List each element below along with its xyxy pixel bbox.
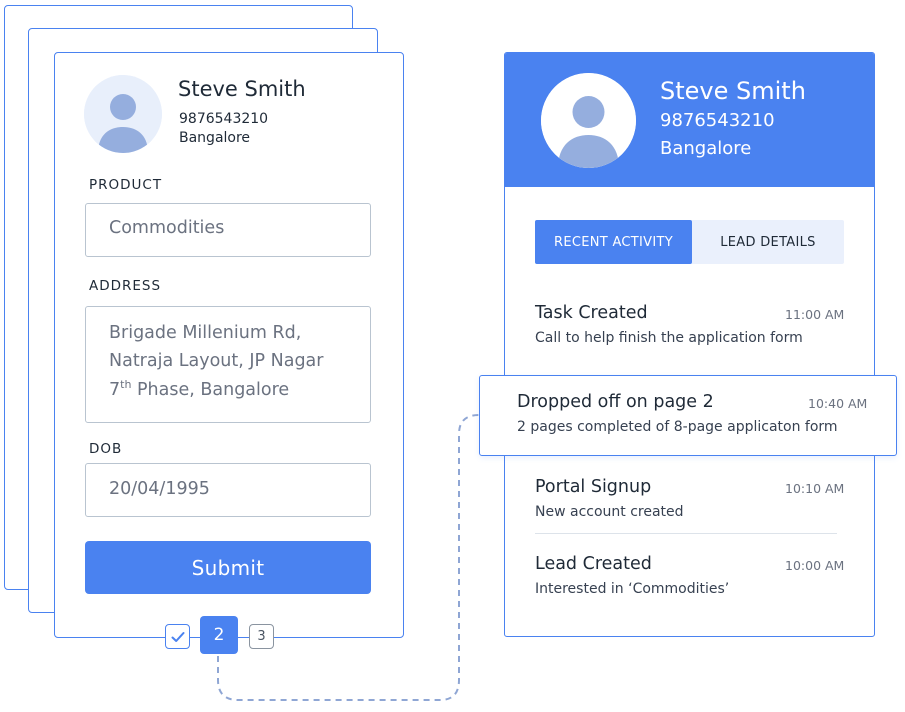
activity-title: Dropped off on page 2 — [517, 392, 714, 412]
highlighted-activity-card[interactable]: Dropped off on page 2 10:40 AM 2 pages c… — [479, 375, 897, 456]
divider — [535, 533, 837, 534]
activity-description: Interested in ‘Commodities’ — [535, 581, 730, 597]
applicant-phone: 9876543210 — [179, 111, 269, 127]
check-icon — [171, 631, 184, 642]
activity-time: 11:00 AM — [785, 307, 845, 322]
product-field[interactable]: Commodities — [85, 203, 371, 257]
application-form-card: Steve Smith 9876543210 Bangalore PRODUCT… — [54, 52, 404, 638]
applicant-name: Steve Smith — [178, 77, 306, 101]
activity-title: Lead Created — [535, 554, 652, 574]
address-field[interactable]: Brigade Millenium Rd, Natraja Layout, JP… — [85, 306, 371, 423]
lead-phone: 9876543210 — [660, 110, 775, 131]
activity-item[interactable]: Task Created 11:00 AM Call to help finis… — [535, 303, 844, 353]
activity-description: Call to help finish the application form — [535, 330, 803, 346]
step-next[interactable]: 3 — [249, 624, 274, 649]
tab-lead-details[interactable]: LEAD DETAILS — [692, 220, 844, 264]
dob-value: 20/04/1995 — [109, 479, 210, 499]
applicant-city: Bangalore — [179, 130, 251, 146]
lead-name: Steve Smith — [660, 77, 806, 105]
dob-field[interactable]: 20/04/1995 — [85, 463, 371, 517]
activity-item[interactable]: Lead Created 10:00 AM Interested in ‘Com… — [535, 554, 844, 604]
avatar — [84, 75, 162, 153]
address-label: ADDRESS — [89, 278, 162, 294]
lead-city: Bangalore — [660, 138, 752, 159]
activity-time: 10:00 AM — [785, 558, 845, 573]
dob-label: DOB — [89, 441, 123, 457]
activity-description: New account created — [535, 504, 684, 520]
step-current[interactable]: 2 — [200, 616, 238, 654]
activity-time: 10:10 AM — [785, 481, 845, 496]
product-value: Commodities — [109, 218, 225, 238]
profile-header: Steve Smith 9876543210 Bangalore — [505, 53, 874, 187]
activity-description: 2 pages completed of 8-page applicaton f… — [517, 419, 838, 435]
product-label: PRODUCT — [89, 177, 163, 193]
address-line-1: Brigade Millenium Rd, — [109, 323, 302, 343]
activity-title: Task Created — [535, 303, 648, 323]
step-1-completed[interactable] — [165, 624, 190, 649]
user-avatar-icon — [84, 75, 162, 153]
submit-button[interactable]: Submit — [85, 541, 371, 594]
tab-bar: RECENT ACTIVITY LEAD DETAILS — [535, 220, 844, 264]
activity-time: 10:40 AM — [808, 396, 868, 411]
address-line-3: 7th Phase, Bangalore — [109, 378, 290, 400]
avatar — [541, 73, 636, 168]
tab-recent-activity[interactable]: RECENT ACTIVITY — [535, 220, 692, 264]
user-avatar-icon — [541, 73, 636, 168]
address-line-2: Natraja Layout, JP Nagar — [109, 351, 324, 371]
lead-profile-card: Steve Smith 9876543210 Bangalore RECENT … — [504, 52, 875, 637]
activity-item[interactable]: Portal Signup 10:10 AM New account creat… — [535, 477, 844, 527]
activity-title: Portal Signup — [535, 477, 652, 497]
activity-item: Dropped off on page 2 10:40 AM 2 pages c… — [517, 392, 867, 442]
